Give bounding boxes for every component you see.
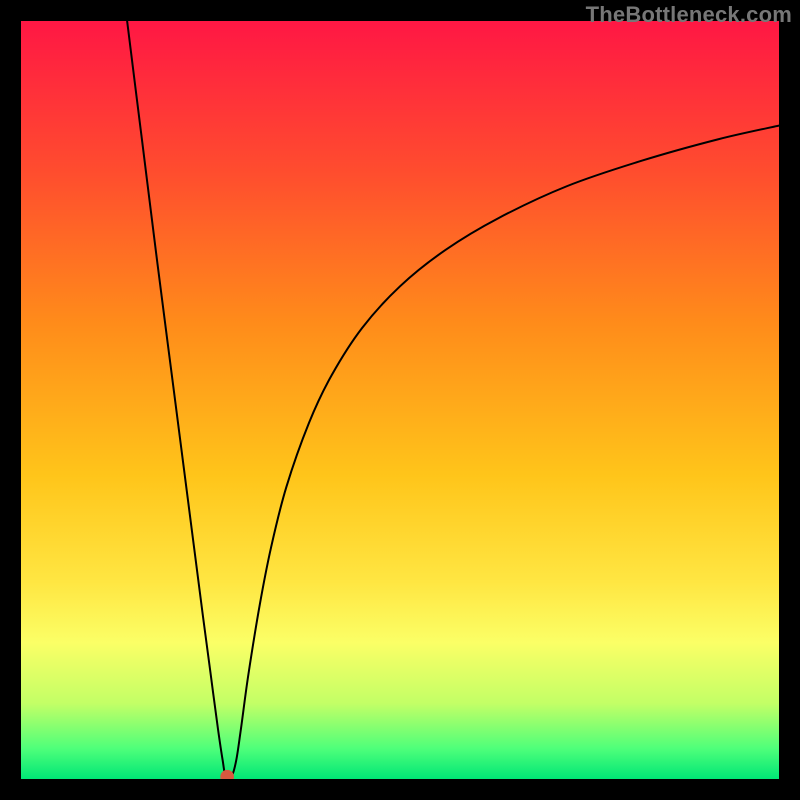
chart-canvas: TheBottleneck.com [0, 0, 800, 800]
plot-svg [21, 21, 779, 779]
plot-area [21, 21, 779, 779]
watermark-text: TheBottleneck.com [586, 2, 792, 28]
gradient-bg [21, 21, 779, 779]
